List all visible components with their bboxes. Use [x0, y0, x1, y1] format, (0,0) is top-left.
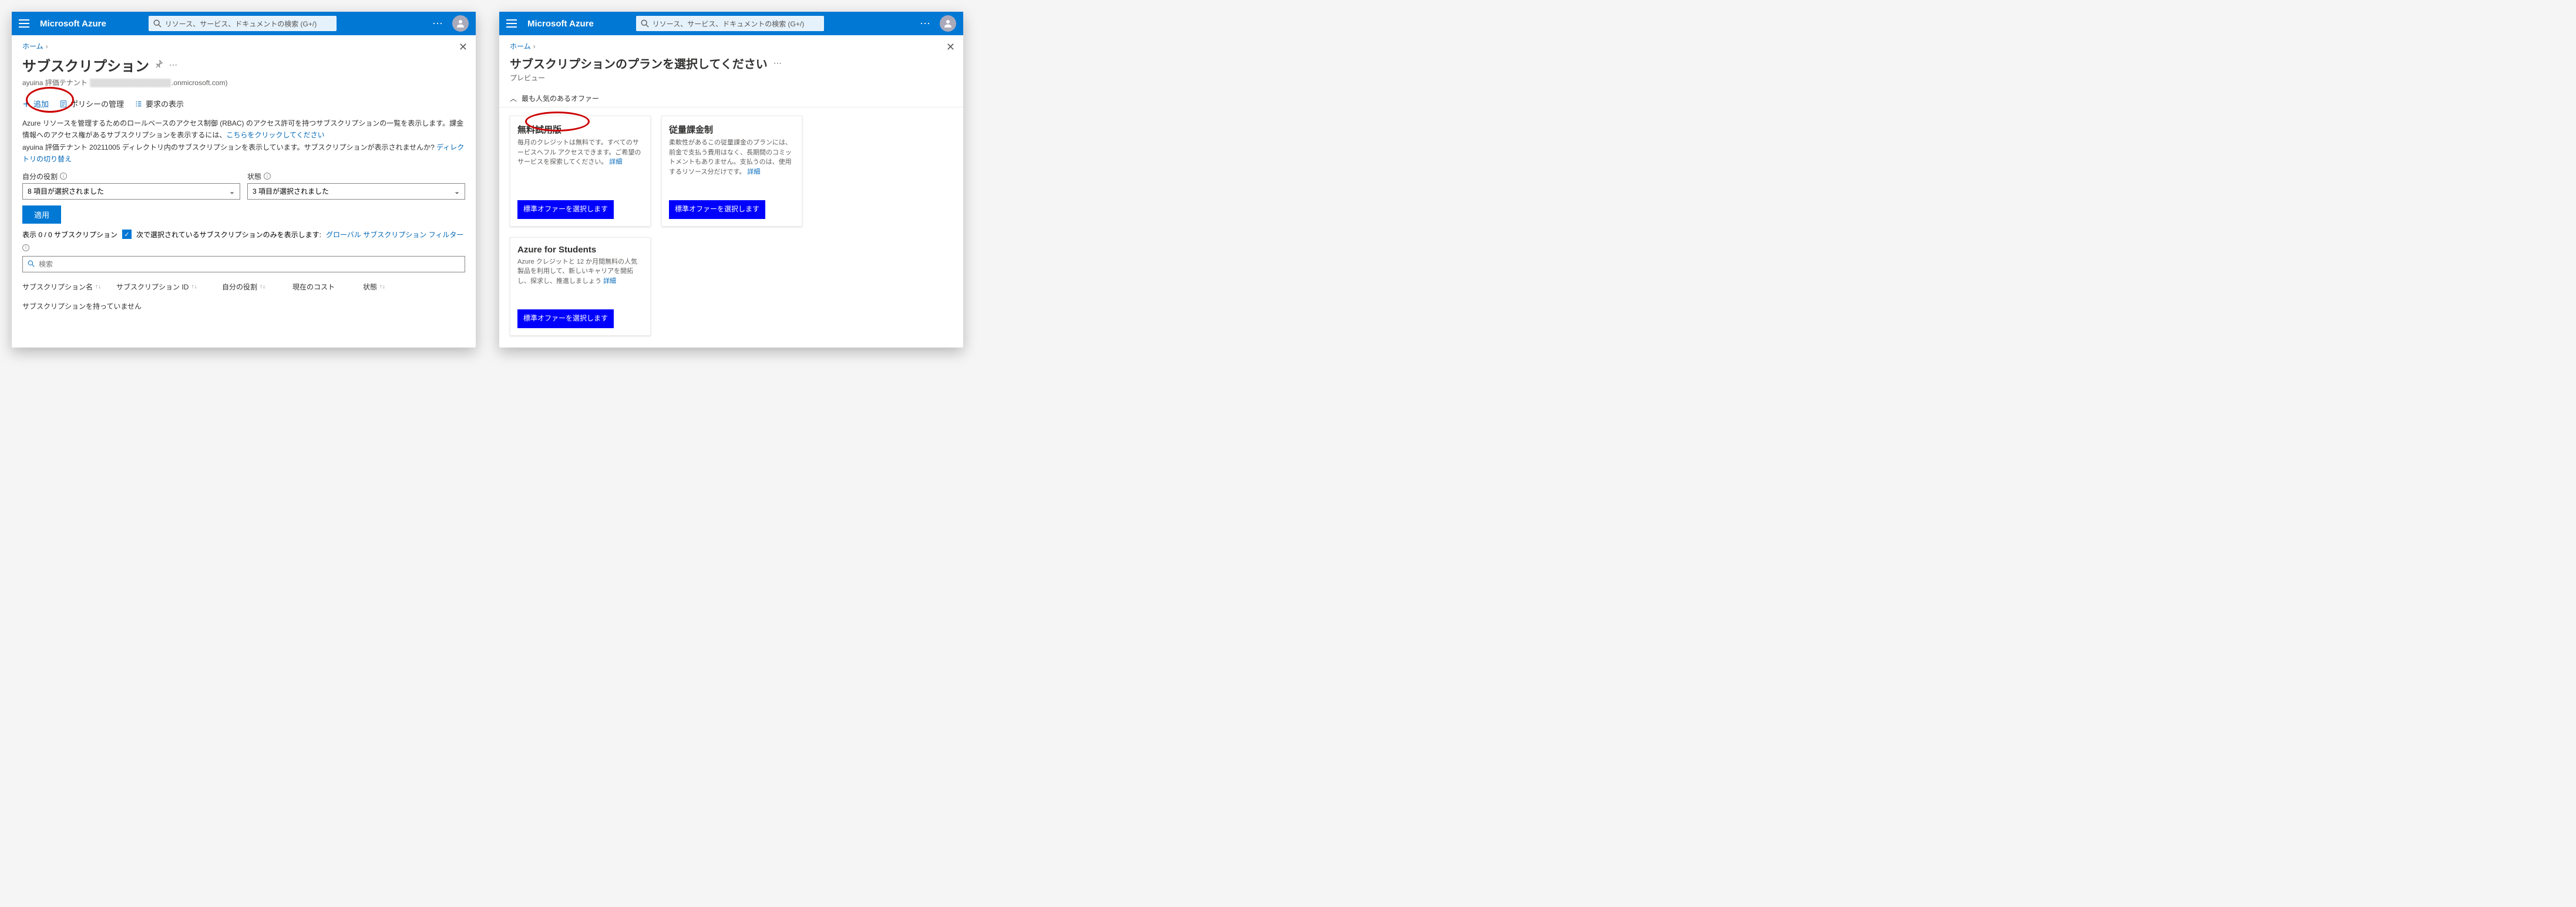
pin-icon[interactable] — [155, 60, 163, 70]
status-filter-dropdown[interactable]: 3 項目が選択されました ⌄ — [247, 183, 465, 200]
chevron-down-icon: ⌄ — [454, 187, 460, 195]
col-status[interactable]: 状態↑↓ — [363, 282, 422, 292]
subscriptions-window: Microsoft Azure リソース、サービス、ドキュメントの検索 (G+/… — [12, 12, 476, 348]
search-icon — [28, 260, 35, 268]
global-filter-link[interactable]: グローバル サブスクリプション フィルター — [326, 230, 463, 240]
page-subtitle: プレビュー — [510, 73, 953, 83]
page-title: サブスクリプションのプランを選択してください — [510, 55, 768, 72]
breadcrumb-home[interactable]: ホーム — [510, 42, 531, 50]
select-offer-window: Microsoft Azure リソース、サービス、ドキュメントの検索 (G+/… — [499, 12, 963, 348]
search-placeholder: リソース、サービス、ドキュメントの検索 (G+/) — [653, 19, 804, 29]
table-search-input[interactable] — [22, 256, 465, 272]
breadcrumb[interactable]: ホーム› — [510, 41, 953, 51]
brand-label: Microsoft Azure — [527, 19, 594, 29]
offer-card-students: Azure for Students Azure クレジットと 12 か月間無料… — [510, 237, 651, 336]
details-link[interactable]: 詳細 — [603, 278, 616, 285]
list-icon — [134, 100, 143, 108]
offer-desc: 毎月のクレジットは無料です。すべてのサービスへフル アクセスできます。ご希望のサ… — [517, 138, 643, 167]
offer-title: 無料試用版 — [517, 123, 643, 136]
offer-title: 従量課金制 — [669, 123, 795, 136]
chevron-down-icon: ⌄ — [229, 187, 235, 195]
collapse-toggle[interactable]: ︿ 最も人気のあるオファー — [510, 93, 953, 107]
billing-link[interactable]: こちらをクリックしてください — [226, 131, 324, 139]
col-cost[interactable]: 現在のコスト — [292, 282, 363, 292]
search-placeholder: リソース、サービス、ドキュメントの検索 (G+/) — [165, 19, 317, 29]
policy-button[interactable]: ポリシーの管理 — [59, 98, 124, 109]
info-icon[interactable]: i — [60, 173, 67, 180]
global-filter-checkbox[interactable]: ✓ — [122, 230, 132, 239]
offer-card-payg: 従量課金制 柔軟性があるこの従量課金のプランには、前金で支払う費用はなく、長期間… — [661, 116, 802, 227]
add-button[interactable]: 追加 — [22, 98, 49, 109]
col-role[interactable]: 自分の役割↑↓ — [222, 282, 292, 292]
details-link[interactable]: 詳細 — [747, 168, 760, 176]
more-menu-icon[interactable]: ⋯ — [920, 18, 931, 30]
offer-card-free-trial: 無料試用版 毎月のクレジットは無料です。すべてのサービスへフル アクセスできます… — [510, 116, 651, 227]
close-icon[interactable]: ✕ — [946, 41, 955, 53]
breadcrumb[interactable]: ホーム› — [22, 41, 465, 51]
topbar: Microsoft Azure リソース、サービス、ドキュメントの検索 (G+/… — [499, 12, 963, 35]
global-search-input[interactable]: リソース、サービス、ドキュメントの検索 (G+/) — [149, 16, 337, 31]
status-filter-label: 状態 — [247, 171, 261, 181]
breadcrumb-home[interactable]: ホーム — [22, 42, 43, 50]
chevron-up-icon: ︿ — [510, 93, 517, 103]
page-title: サブスクリプション — [22, 55, 149, 75]
showing-count: 表示 0 / 0 サブスクリプション — [22, 230, 117, 240]
search-icon — [641, 19, 649, 28]
select-offer-button[interactable]: 標準オファーを選択します — [669, 200, 765, 219]
info-icon[interactable]: i — [22, 244, 29, 251]
apply-button[interactable]: 適用 — [22, 205, 61, 224]
col-name[interactable]: サブスクリプション名↑↓ — [22, 282, 116, 292]
user-avatar[interactable] — [940, 15, 956, 32]
select-offer-button[interactable]: 標準オファーを選択します — [517, 309, 614, 328]
search-icon — [153, 19, 162, 28]
checkbox-label: 次で選択されているサブスクリプションのみを表示します: — [136, 230, 321, 240]
table-search-field[interactable] — [39, 260, 460, 268]
offer-desc: 柔軟性があるこの従量課金のプランには、前金で支払う費用はなく、長期間のコミットメ… — [669, 138, 795, 177]
role-filter-label: 自分の役割 — [22, 171, 58, 181]
info-icon[interactable]: i — [264, 173, 271, 180]
more-icon[interactable]: ⋯ — [169, 60, 177, 70]
empty-message: サブスクリプションを持っていません — [22, 295, 465, 317]
hamburger-icon[interactable] — [19, 16, 33, 31]
more-menu-icon[interactable]: ⋯ — [432, 18, 444, 30]
global-search-input[interactable]: リソース、サービス、ドキュメントの検索 (G+/) — [636, 16, 824, 31]
view-requests-button[interactable]: 要求の表示 — [134, 98, 184, 109]
offer-grid: 無料試用版 毎月のクレジットは無料です。すべてのサービスへフル アクセスできます… — [510, 116, 953, 336]
table-header: サブスクリプション名↑↓ サブスクリプション ID↑↓ 自分の役割↑↓ 現在のコ… — [22, 278, 465, 295]
close-icon[interactable]: ✕ — [459, 41, 468, 53]
info-text: Azure リソースを管理するためのロールベースのアクセス制御 (RBAC) の… — [22, 117, 465, 166]
plus-icon — [22, 100, 31, 108]
tenant-label: ayuina 評価テナント ████████████████.onmicroso… — [22, 77, 465, 87]
col-id[interactable]: サブスクリプション ID↑↓ — [116, 282, 222, 292]
offer-desc: Azure クレジットと 12 か月間無料の人気製品を利用して、新しいキャリアを… — [517, 257, 643, 286]
select-offer-button[interactable]: 標準オファーを選択します — [517, 200, 614, 219]
more-icon[interactable]: ⋯ — [774, 58, 782, 68]
hamburger-icon[interactable] — [506, 16, 520, 31]
details-link[interactable]: 詳細 — [609, 159, 622, 166]
topbar: Microsoft Azure リソース、サービス、ドキュメントの検索 (G+/… — [12, 12, 476, 35]
role-filter-dropdown[interactable]: 8 項目が選択されました ⌄ — [22, 183, 240, 200]
brand-label: Microsoft Azure — [40, 19, 106, 29]
policy-icon — [59, 100, 68, 108]
user-avatar[interactable] — [452, 15, 469, 32]
offer-title: Azure for Students — [517, 245, 643, 255]
